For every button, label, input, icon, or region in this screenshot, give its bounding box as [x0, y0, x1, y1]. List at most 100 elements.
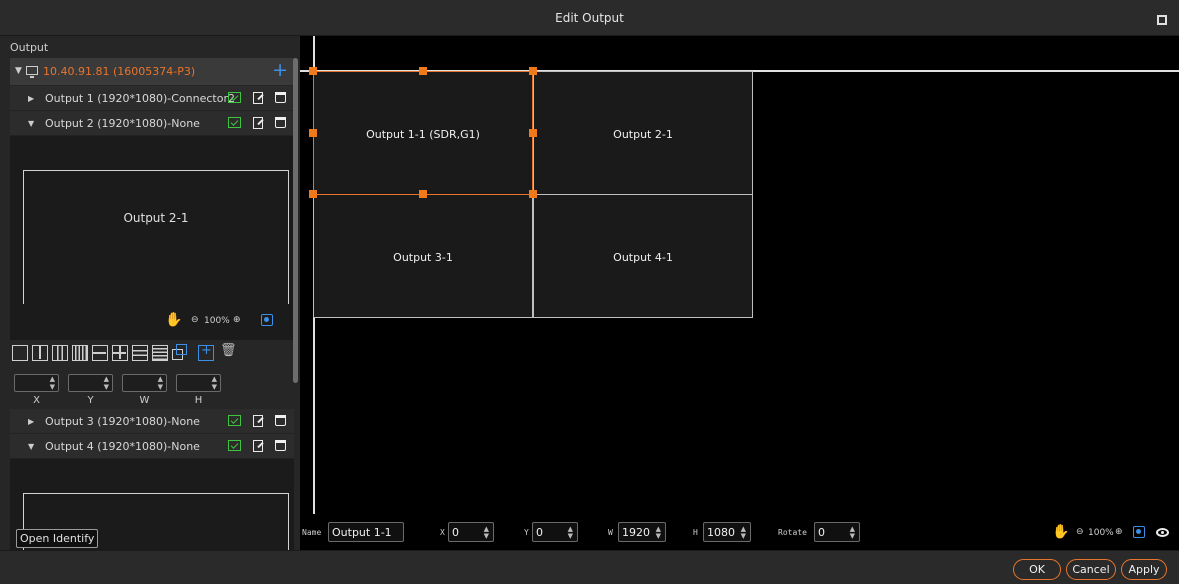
hand-icon[interactable]: ✋ — [165, 312, 182, 328]
output-tree-panel: Output ▼ 10.40.91.81 (16005374-P3) + ▶ O… — [0, 36, 300, 550]
x-field[interactable]: 0 ▲ ▼ — [448, 522, 494, 542]
canvas-window-2[interactable]: Output 2-1 — [533, 71, 753, 195]
edit-icon[interactable] — [253, 92, 263, 104]
y-label: Y — [524, 528, 529, 537]
fit-view-icon[interactable] — [1133, 526, 1145, 538]
x-value: 0 — [452, 526, 459, 539]
open-identify-button[interactable]: Open Identify — [16, 529, 99, 548]
layout-4-columns-icon[interactable] — [72, 345, 88, 361]
h-label: H — [693, 528, 698, 537]
layout-2-columns-icon[interactable] — [32, 345, 48, 361]
h-field[interactable]: 1080 ▲ ▼ — [703, 522, 751, 542]
w-label: W — [608, 528, 613, 537]
x-stepper[interactable]: ▲ ▼ — [14, 374, 59, 392]
rotate-label: Rotate — [778, 528, 807, 537]
name-input[interactable]: Output 1-1 — [328, 522, 404, 542]
canvas-window-4[interactable]: Output 4-1 — [533, 194, 753, 318]
trash-icon[interactable] — [275, 117, 286, 128]
edit-icon[interactable] — [253, 117, 263, 129]
layout-canvas[interactable]: Output 2-1 Output 3-1 Output 4-1 Output … — [300, 36, 1179, 550]
y-stepper[interactable]: ▲ ▼ — [68, 374, 113, 392]
dialog-footer: OK Cancel Apply — [0, 550, 1179, 584]
preview-frame[interactable]: Output 2-1 — [23, 170, 289, 304]
w-field[interactable]: 1920 ▲ ▼ — [618, 522, 666, 542]
expand-arrow-icon[interactable]: ▼ — [28, 119, 34, 128]
cancel-button[interactable]: Cancel — [1066, 559, 1116, 580]
h-label: H — [194, 395, 203, 406]
w-stepper[interactable]: ▲ ▼ — [122, 374, 167, 392]
output-2-preview[interactable]: Output 2-1 ✋ ⊖ 100% ⊕ — [10, 136, 294, 340]
preview-zoom-bar: ✋ ⊖ 100% ⊕ — [165, 312, 285, 330]
apply-button[interactable]: Apply — [1121, 559, 1167, 580]
zoom-out-icon[interactable]: ⊖ — [1076, 527, 1084, 537]
output-label: Output 4 (1920*1080)-None — [45, 440, 200, 453]
expand-arrow-icon[interactable]: ▼ — [28, 442, 34, 451]
expand-arrow-icon[interactable]: ▼ — [15, 66, 22, 76]
zoom-out-icon[interactable]: ⊖ — [191, 315, 199, 325]
output-row-1[interactable]: ▶ Output 1 (1920*1080)-Connector2 — [10, 86, 294, 111]
monitor-check-icon[interactable] — [228, 415, 241, 426]
zoom-level: 100% — [1088, 528, 1114, 538]
trash-icon[interactable] — [275, 415, 286, 426]
layout-single-icon[interactable] — [12, 345, 28, 361]
resize-handle-br[interactable] — [529, 190, 537, 198]
collapse-arrow-icon[interactable]: ▶ — [28, 417, 34, 426]
collapse-arrow-icon[interactable]: ▶ — [28, 94, 34, 103]
delete-window-icon[interactable]: 🗑 — [220, 343, 237, 359]
zoom-level: 100% — [204, 316, 230, 326]
hand-icon[interactable]: ✋ — [1052, 524, 1069, 540]
zoom-in-icon[interactable]: ⊕ — [233, 315, 241, 325]
output-row-4[interactable]: ▼ Output 4 (1920*1080)-None — [10, 434, 294, 459]
y-field[interactable]: 0 ▲ ▼ — [532, 522, 578, 542]
device-row[interactable]: ▼ 10.40.91.81 (16005374-P3) + — [10, 58, 294, 85]
name-label: Name — [302, 528, 322, 537]
canvas-window-1-selected[interactable]: Output 1-1 (SDR,G1) — [313, 71, 533, 195]
h-stepper[interactable]: ▲ ▼ — [176, 374, 221, 392]
layout-4-rows-icon[interactable] — [152, 345, 168, 361]
resize-handle-tr[interactable] — [529, 67, 537, 75]
resize-handle-b[interactable] — [419, 190, 427, 198]
output-label: Output 3 (1920*1080)-None — [45, 415, 200, 428]
panel-label: Output — [10, 41, 49, 54]
ok-button[interactable]: OK — [1013, 559, 1061, 580]
resize-handle-tl[interactable] — [309, 67, 317, 75]
monitor-check-icon[interactable] — [228, 440, 241, 451]
w-value: 1920 — [622, 526, 650, 539]
copy-layout-icon[interactable] — [172, 344, 187, 360]
monitor-check-icon[interactable] — [228, 117, 241, 128]
panel-scrollbar[interactable] — [293, 58, 298, 383]
zoom-in-icon[interactable]: ⊕ — [1115, 527, 1123, 537]
layout-grid-icon[interactable] — [112, 345, 128, 361]
trash-icon[interactable] — [275, 92, 286, 103]
resize-handle-t[interactable] — [419, 67, 427, 75]
x-label: X — [33, 395, 40, 406]
window-label: Output 3-1 — [393, 251, 453, 264]
edit-icon[interactable] — [253, 440, 263, 452]
resize-handle-l[interactable] — [309, 129, 317, 137]
resize-handle-bl[interactable] — [309, 190, 317, 198]
properties-bar: Name Output 1-1 X 0 ▲ ▼ Y 0 ▲ ▼ W 1920 ▲ ▼ H 1… — [300, 520, 1179, 546]
layout-2-rows-icon[interactable] — [92, 345, 108, 361]
resize-handle-r[interactable] — [529, 129, 537, 137]
w-label: W — [139, 395, 150, 406]
add-output-icon[interactable]: + — [272, 59, 288, 81]
trash-icon[interactable] — [275, 440, 286, 451]
output-row-3[interactable]: ▶ Output 3 (1920*1080)-None — [10, 409, 294, 434]
y-value: 0 — [536, 526, 543, 539]
edit-icon[interactable] — [253, 415, 263, 427]
rotate-field[interactable]: 0 ▲ ▼ — [814, 522, 860, 542]
monitor-check-icon[interactable] — [228, 92, 241, 103]
layout-3-rows-icon[interactable] — [132, 345, 148, 361]
layout-toolbar: 🗑 — [10, 342, 294, 366]
add-window-icon[interactable] — [198, 343, 214, 361]
maximize-icon[interactable] — [1157, 15, 1167, 25]
device-label: 10.40.91.81 (16005374-P3) — [43, 65, 196, 78]
window-label: Output 4-1 — [613, 251, 673, 264]
output-label: Output 1 (1920*1080)-Connector2 — [45, 92, 235, 105]
fit-view-icon[interactable] — [261, 314, 273, 326]
eye-icon[interactable] — [1156, 528, 1169, 537]
title-bar: Edit Output — [0, 0, 1179, 36]
canvas-window-3[interactable]: Output 3-1 — [313, 194, 533, 318]
layout-3-columns-icon[interactable] — [52, 345, 68, 361]
output-row-2[interactable]: ▼ Output 2 (1920*1080)-None — [10, 111, 294, 136]
